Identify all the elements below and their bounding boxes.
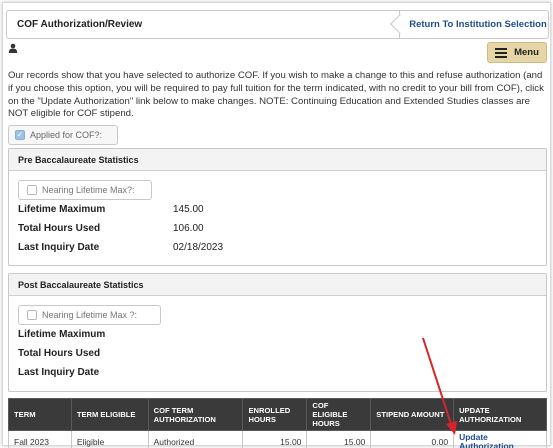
pre-bacc-nearing-max-checkbox	[27, 185, 37, 195]
applied-for-cof-label: Applied for COF?:	[30, 130, 103, 140]
pre-bacc-statistics-title: Pre Baccalaureate Statistics	[9, 149, 546, 171]
menu-button[interactable]: Menu	[487, 42, 547, 63]
column-header-cof-term-authorization: COF TERM AUTHORIZATION	[147, 398, 244, 431]
pre-bacc-lifetime-max-label: Lifetime Maximum	[18, 204, 106, 215]
pre-bacc-nearing-max-field: Nearing Lifetime Max?:	[18, 180, 152, 200]
table-header-row: TERM TERM ELIGIBLE COF TERM AUTHORIZATIO…	[8, 398, 547, 431]
applied-for-cof-field: ✓ Applied for COF?:	[8, 125, 118, 145]
return-to-institution-button[interactable]: Return To Institution Selection	[390, 10, 549, 39]
return-button-label: Return To Institution Selection	[409, 19, 547, 30]
post-bacc-statistics-panel: Post Baccalaureate Statistics Nearing Li…	[8, 273, 547, 392]
post-bacc-total-hours-label: Total Hours Used	[18, 348, 101, 359]
post-bacc-statistics-title: Post Baccalaureate Statistics	[9, 274, 546, 296]
page-title: COF Authorization/Review	[17, 19, 143, 30]
post-bacc-nearing-max-field: Nearing Lifetime Max ?:	[18, 305, 161, 325]
column-header-enrolled-hours: ENROLLED HOURS	[242, 398, 308, 431]
table-row: Fall 2023 Eligible Authorized 15.00 15.0…	[8, 430, 547, 448]
cell-enrolled-hours: 15.00	[242, 430, 308, 448]
cof-notice-text: Our records show that you have selected …	[8, 70, 544, 120]
post-bacc-last-inquiry-label: Last Inquiry Date	[18, 367, 100, 378]
pre-bacc-last-inquiry-value: 02/18/2023	[173, 242, 224, 253]
cell-term-eligible: Eligible	[70, 430, 149, 448]
pre-bacc-last-inquiry-label: Last Inquiry Date	[18, 242, 100, 253]
column-header-update-authorization: UPDATE AUTHORIZATION	[453, 398, 547, 431]
cell-cof-eligible-hours: 15.00	[306, 430, 372, 448]
post-bacc-lifetime-max-label: Lifetime Maximum	[18, 329, 106, 340]
column-header-term: TERM	[8, 398, 72, 431]
column-header-stipend-amount: STIPEND AMOUNT	[370, 398, 455, 431]
pre-bacc-nearing-max-label: Nearing Lifetime Max?:	[42, 185, 135, 195]
title-bar: COF Authorization/Review Return To Insti…	[6, 10, 549, 39]
pre-bacc-lifetime-max-value: 145.00	[173, 204, 204, 215]
cell-cof-authorization: Authorized	[147, 430, 244, 448]
user-icon	[8, 43, 18, 53]
pre-bacc-statistics-panel: Pre Baccalaureate Statistics Nearing Lif…	[8, 148, 547, 266]
cell-term: Fall 2023	[8, 430, 72, 448]
post-bacc-nearing-max-checkbox	[27, 310, 37, 320]
column-header-cof-eligible-hours: COF ELIGIBLE HOURS	[306, 398, 372, 431]
post-bacc-nearing-max-label: Nearing Lifetime Max ?:	[42, 310, 138, 320]
term-authorization-table: TERM TERM ELIGIBLE COF TERM AUTHORIZATIO…	[8, 398, 547, 448]
applied-for-cof-checkbox: ✓	[15, 130, 25, 140]
update-authorization-link[interactable]: Update Authorization	[453, 430, 547, 448]
pre-bacc-total-hours-label: Total Hours Used	[18, 223, 101, 234]
menu-label: Menu	[514, 47, 539, 58]
cell-stipend-amount: 0.00	[370, 430, 455, 448]
pre-bacc-total-hours-value: 106.00	[173, 223, 204, 234]
column-header-term-eligible: TERM ELIGIBLE	[70, 398, 149, 431]
hamburger-icon	[495, 48, 508, 58]
